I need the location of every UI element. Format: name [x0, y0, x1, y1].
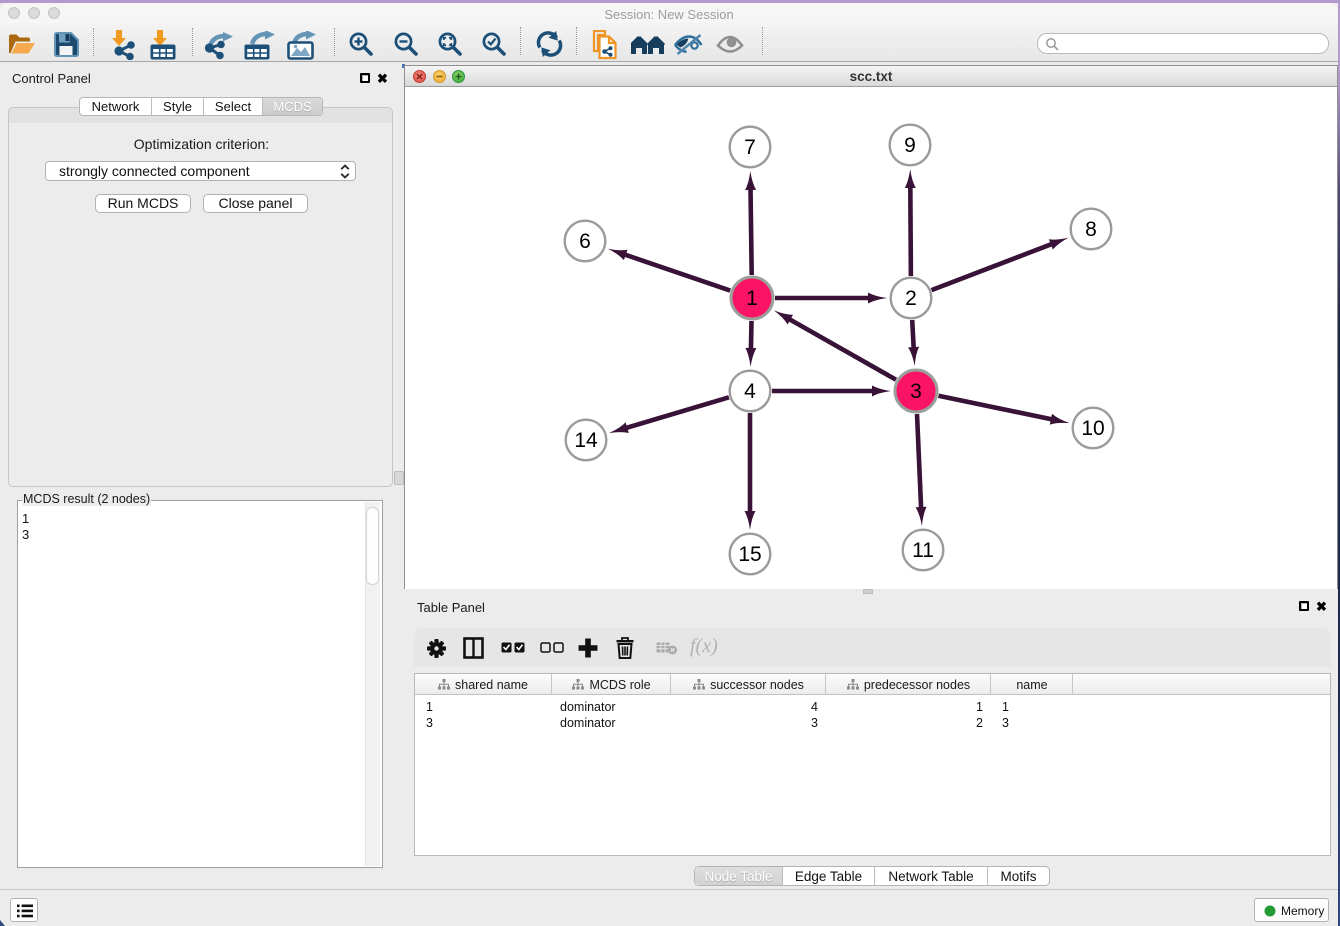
svg-text:11: 11 — [912, 539, 934, 562]
svg-text:7: 7 — [744, 136, 756, 159]
svg-text:15: 15 — [738, 543, 761, 566]
svg-text:3: 3 — [910, 380, 922, 403]
svg-text:8: 8 — [1085, 218, 1097, 241]
svg-text:6: 6 — [579, 230, 591, 253]
svg-text:14: 14 — [574, 429, 598, 452]
svg-text:1: 1 — [746, 287, 758, 310]
svg-text:10: 10 — [1081, 417, 1104, 440]
svg-text:2: 2 — [905, 287, 917, 310]
svg-text:9: 9 — [904, 134, 916, 157]
svg-text:4: 4 — [744, 380, 756, 403]
